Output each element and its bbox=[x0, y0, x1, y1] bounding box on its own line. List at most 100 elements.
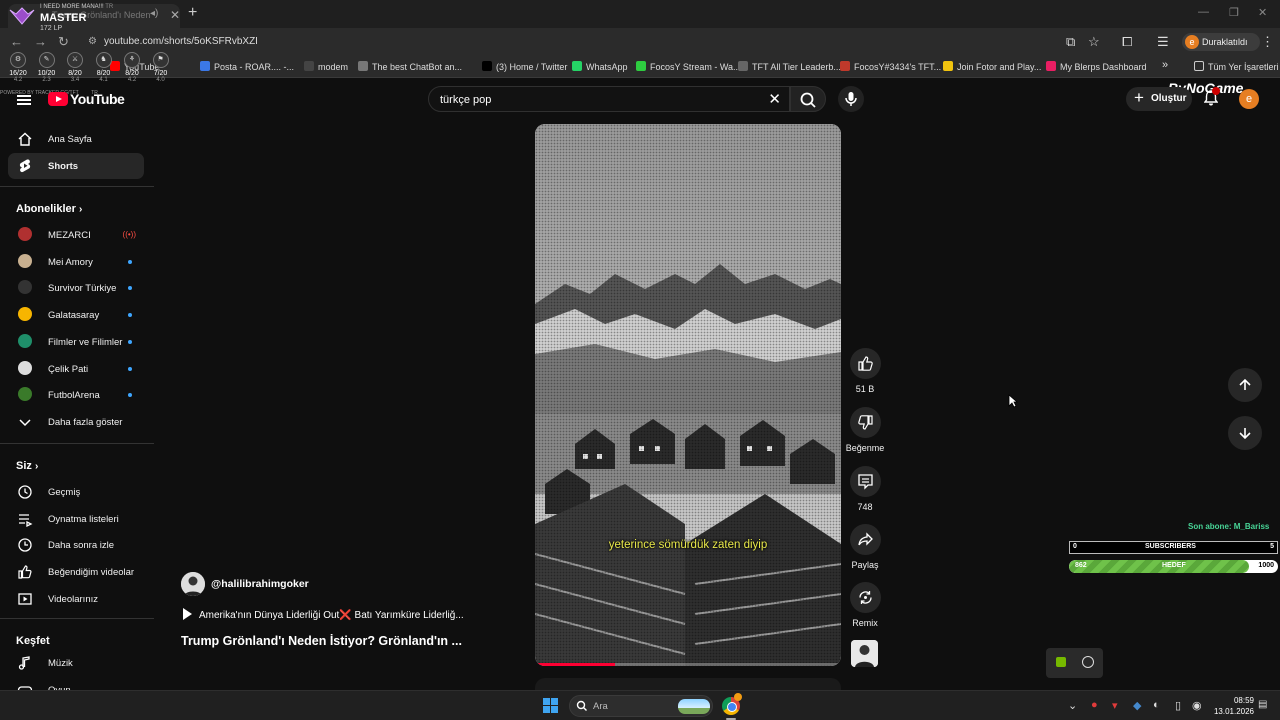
bookmark-item[interactable]: FocosY#3434's TFT... bbox=[840, 61, 941, 72]
create-button[interactable]: + Oluştur bbox=[1126, 87, 1192, 111]
tft-game-score: 10/20 bbox=[37, 70, 56, 77]
bookmark-favicon-icon bbox=[358, 61, 368, 71]
master-rank-icon bbox=[9, 7, 35, 25]
bookmark-item[interactable]: Posta - ROAR.... -... bbox=[200, 61, 294, 72]
install-app-icon[interactable]: ⧉ bbox=[1066, 34, 1075, 50]
video-progress-bar[interactable] bbox=[535, 663, 841, 666]
sidebar-item[interactable]: Oynatma listeleri bbox=[8, 506, 144, 532]
tray-steam-icon[interactable]: ◐ bbox=[1153, 699, 1160, 711]
sidebar-item[interactable]: MEZARCI ((•)) bbox=[8, 222, 144, 248]
network-icon[interactable]: ◉ bbox=[1192, 699, 1202, 712]
like-button[interactable] bbox=[849, 348, 881, 379]
sidebar-item[interactable]: Shorts bbox=[8, 152, 144, 179]
bookmark-item[interactable]: The best ChatBot an... bbox=[358, 61, 462, 72]
taskbar-clock[interactable]: 08:59 13.01.2026 bbox=[1208, 695, 1254, 717]
sidebar-item[interactable]: Ana Sayfa bbox=[8, 126, 144, 152]
sidebar-item[interactable]: Müzik bbox=[8, 650, 144, 676]
tray-recording-icon[interactable]: ▾ bbox=[1112, 699, 1118, 712]
sidebar-item[interactable]: Videolarınız bbox=[8, 586, 144, 612]
sidebar-item-label: Daha sonra izle bbox=[48, 540, 115, 552]
bookmark-item[interactable]: TFT All Tier Leaderb... bbox=[738, 61, 841, 72]
bookmark-item[interactable]: Join Fotor and Play... bbox=[943, 61, 1041, 72]
music-line[interactable]: Amerika'nın Dünya Liderliği Out❌ Batı Ya… bbox=[183, 608, 464, 621]
tray-chevron-icon[interactable]: ⌄ bbox=[1068, 699, 1077, 712]
browser-tab-bar: Trump Grönland'ı Neden İstiyor ◂) ✕ + — … bbox=[0, 0, 1280, 28]
more-bookmarks-icon[interactable]: » bbox=[1162, 59, 1168, 71]
bookmark-item[interactable]: WhatsApp bbox=[572, 61, 628, 72]
notification-center-icon[interactable]: ▤ bbox=[1258, 699, 1267, 710]
new-tab-button[interactable]: + bbox=[188, 4, 197, 22]
chrome-menu-icon[interactable]: ⋮ bbox=[1261, 34, 1274, 50]
remix-icon bbox=[858, 591, 872, 604]
bookmark-item[interactable]: My Blerps Dashboard bbox=[1046, 61, 1147, 72]
next-short-button[interactable] bbox=[1228, 416, 1262, 450]
clear-search-icon[interactable]: ✕ bbox=[768, 90, 781, 108]
channel-handle[interactable]: @halilibrahimgoker bbox=[211, 578, 309, 590]
remix-button[interactable] bbox=[849, 582, 881, 613]
like-action[interactable]: 51 B bbox=[840, 348, 890, 394]
sidebar-item-label: Beğendiğim videolar bbox=[48, 567, 135, 579]
youtube-play-icon bbox=[48, 92, 68, 106]
menu-icon[interactable] bbox=[17, 95, 31, 105]
new-content-dot bbox=[128, 339, 132, 344]
sound-avatar[interactable] bbox=[851, 640, 878, 667]
sidebar-item[interactable]: Daha sonra izle bbox=[8, 532, 144, 558]
start-button[interactable] bbox=[543, 698, 559, 714]
bookmark-item[interactable]: (3) Home / Twitter bbox=[482, 61, 567, 72]
search-input[interactable]: türkçe pop ✕ bbox=[428, 86, 790, 112]
all-bookmarks[interactable]: Tüm Yer İşaretleri bbox=[1194, 61, 1279, 72]
short-title[interactable]: Trump Grönland'ı Neden İstiyor? Grönland… bbox=[181, 634, 462, 648]
thumbs-up-icon bbox=[857, 356, 873, 371]
sidebar-item[interactable]: Daha fazla göster bbox=[8, 409, 144, 435]
person-thumbnail bbox=[851, 640, 878, 667]
bookmark-label: TFT All Tier Leaderb... bbox=[752, 62, 841, 72]
extensions-icon[interactable]: ⧠ bbox=[1122, 34, 1132, 50]
voice-search-button[interactable] bbox=[838, 86, 864, 112]
maximize-icon[interactable]: ❐ bbox=[1229, 6, 1239, 19]
sidebar-item[interactable]: Geçmiş bbox=[8, 479, 144, 505]
bookmark-star-icon[interactable]: ☆ bbox=[1088, 34, 1100, 50]
taskbar-search[interactable]: Ara bbox=[569, 695, 713, 717]
close-window-icon[interactable]: ✕ bbox=[1258, 6, 1267, 19]
sidebar-item[interactable]: Mei Amory bbox=[8, 249, 144, 275]
previous-short-button[interactable] bbox=[1228, 368, 1262, 402]
sidebar-item[interactable]: FutbolArena bbox=[8, 382, 144, 408]
sidebar-divider bbox=[0, 618, 154, 619]
comments-button[interactable] bbox=[849, 466, 881, 497]
share-action[interactable]: Paylaş bbox=[840, 524, 890, 570]
share-button[interactable] bbox=[849, 524, 881, 555]
next-short-preview[interactable] bbox=[535, 678, 841, 690]
sidebar-item[interactable]: Beğendiğim videolar bbox=[8, 559, 144, 585]
tray-mic-icon[interactable]: ▯ bbox=[1175, 699, 1181, 712]
dislike-label: Beğenme bbox=[845, 443, 885, 453]
tray-app-icon[interactable]: ● bbox=[1091, 699, 1098, 711]
account-avatar[interactable]: e bbox=[1239, 89, 1259, 109]
youtube-logo[interactable]: YouTube bbox=[48, 91, 125, 107]
dislike-action[interactable]: Beğenme bbox=[840, 407, 890, 453]
subscriptions-header[interactable]: Abonelikler › bbox=[16, 203, 82, 215]
channel-avatar[interactable] bbox=[181, 572, 205, 596]
dislike-button[interactable] bbox=[849, 407, 881, 438]
remix-label: Remix bbox=[852, 618, 878, 628]
sidebar-item[interactable]: Filmler ve Filimler bbox=[8, 329, 144, 355]
sidebar-item[interactable]: Oyun bbox=[8, 677, 144, 690]
sidebar-item[interactable]: Survivor Türkiye bbox=[8, 275, 144, 301]
sidebar-item[interactable]: Çelik Pati bbox=[8, 356, 144, 382]
tray-shield-icon[interactable]: ◆ bbox=[1133, 699, 1141, 712]
comments-action[interactable]: 748 bbox=[840, 466, 890, 512]
sidebar-item-label: Oynatma listeleri bbox=[48, 513, 119, 525]
clock-date: 13.01.2026 bbox=[1213, 707, 1254, 716]
search-button[interactable] bbox=[790, 86, 826, 112]
share-icon bbox=[857, 532, 873, 546]
minimize-icon[interactable]: — bbox=[1198, 6, 1209, 18]
reading-list-icon[interactable]: ☰ bbox=[1157, 34, 1169, 50]
explore-header[interactable]: Keşfet bbox=[16, 635, 50, 647]
you-header[interactable]: Siz › bbox=[16, 460, 38, 472]
bookmark-item[interactable]: FocosY Stream - Wa... bbox=[636, 61, 741, 72]
shorts-video-player[interactable]: yeterince sömürdük zaten diyip bbox=[535, 124, 841, 666]
remix-action[interactable]: Remix bbox=[840, 582, 890, 628]
profile-button[interactable]: e Duraklatıldı bbox=[1182, 33, 1260, 51]
bookmark-item[interactable]: modem bbox=[304, 61, 348, 72]
sidebar-item[interactable]: Galatasaray bbox=[8, 302, 144, 328]
record-icon bbox=[1082, 656, 1094, 668]
